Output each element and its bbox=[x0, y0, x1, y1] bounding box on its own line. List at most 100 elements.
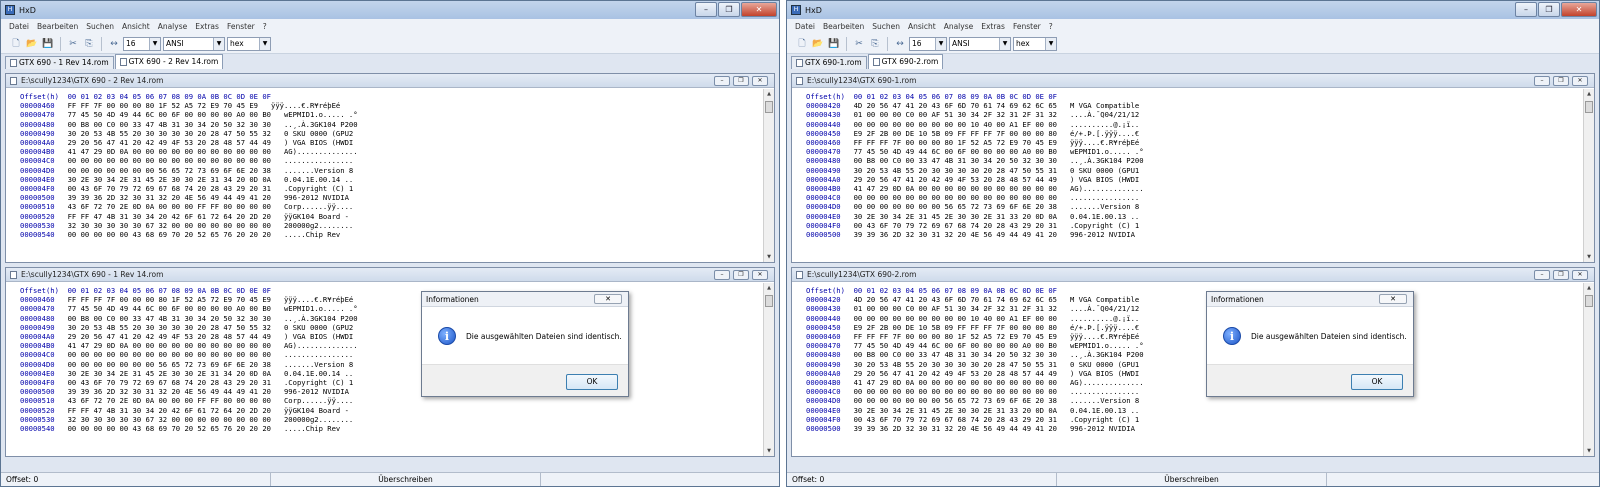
scroll-thumb[interactable] bbox=[765, 101, 773, 113]
hex-row[interactable]: 00000510 43 6F 72 70 2E 0D 0A 00 00 00 F… bbox=[20, 396, 762, 405]
cut-icon[interactable]: ✂ bbox=[66, 37, 80, 51]
menu-item-4[interactable]: Analyse bbox=[158, 22, 188, 31]
menu-item-5[interactable]: Extras bbox=[981, 22, 1005, 31]
child-close-button[interactable]: ✕ bbox=[752, 76, 768, 86]
new-file-icon[interactable]: 🗋 bbox=[9, 37, 23, 51]
hex-row[interactable]: 00000490 30 20 53 4B 55 20 30 30 30 30 2… bbox=[20, 323, 762, 332]
hex-row[interactable]: 00000500 39 39 36 2D 32 30 31 32 20 4E 5… bbox=[20, 387, 762, 396]
hex-row[interactable]: 000004A0 29 20 56 47 41 20 42 49 4F 53 2… bbox=[806, 369, 1582, 378]
tab-file-1[interactable]: GTX 690-1.rom bbox=[791, 56, 867, 69]
charset-select[interactable]: ANSI ▼ bbox=[163, 36, 225, 51]
scroll-thumb[interactable] bbox=[765, 295, 773, 307]
scroll-up-icon[interactable]: ▲ bbox=[1584, 283, 1594, 293]
hex-row[interactable]: 000004F0 00 43 6F 70 79 72 69 67 68 74 2… bbox=[806, 415, 1582, 424]
menu-item-3[interactable]: Ansicht bbox=[122, 22, 150, 31]
child-minimize-button[interactable]: – bbox=[1534, 270, 1550, 280]
menu-item-2[interactable]: Suchen bbox=[86, 22, 114, 31]
copy-icon[interactable]: ⎘ bbox=[868, 37, 882, 51]
child-minimize-button[interactable]: – bbox=[714, 76, 730, 86]
hex-row[interactable]: 00000480 00 B8 00 C0 00 33 47 4B 31 30 3… bbox=[806, 156, 1582, 165]
hex-row[interactable]: 000004D0 00 00 00 00 00 00 00 56 65 72 7… bbox=[20, 360, 762, 369]
scroll-down-icon[interactable]: ▼ bbox=[1584, 252, 1594, 262]
menu-item-7[interactable]: ? bbox=[263, 22, 267, 31]
bytes-per-row-select[interactable]: 16 ▼ bbox=[909, 36, 947, 51]
hex-row[interactable]: 00000440 00 00 00 00 00 00 00 00 00 10 4… bbox=[806, 314, 1582, 323]
hex-row[interactable]: 00000500 39 39 36 2D 32 30 31 32 20 4E 5… bbox=[20, 193, 762, 202]
hex-row[interactable]: 00000420 4D 20 56 47 41 20 43 6F 6D 70 6… bbox=[806, 101, 1582, 110]
hex-row[interactable]: 000004D0 00 00 00 00 00 00 00 56 65 72 7… bbox=[806, 396, 1582, 405]
menu-item-7[interactable]: ? bbox=[1049, 22, 1053, 31]
vertical-scrollbar[interactable]: ▲ ▼ bbox=[763, 89, 774, 262]
menu-item-6[interactable]: Fenster bbox=[1013, 22, 1041, 31]
vertical-scrollbar[interactable]: ▲ ▼ bbox=[763, 283, 774, 456]
hex-row[interactable]: 00000530 32 30 30 30 30 30 67 32 00 00 0… bbox=[20, 415, 762, 424]
hex-row[interactable]: 00000480 00 B8 00 C0 00 33 47 4B 31 30 3… bbox=[806, 350, 1582, 359]
maximize-button[interactable]: ❐ bbox=[1538, 2, 1560, 17]
vertical-scrollbar[interactable]: ▲ ▼ bbox=[1583, 283, 1594, 456]
bytes-per-row-select[interactable]: 16 ▼ bbox=[123, 36, 161, 51]
hex-row[interactable]: 00000450 E9 2F 2B 00 DE 10 5B 09 FF FF F… bbox=[806, 323, 1582, 332]
scroll-thumb[interactable] bbox=[1585, 101, 1593, 113]
hex-row[interactable]: 00000540 00 00 00 00 00 43 68 69 70 20 5… bbox=[20, 424, 762, 433]
child-close-button[interactable]: ✕ bbox=[1572, 270, 1588, 280]
open-icon[interactable]: 📂 bbox=[25, 37, 39, 51]
hex-row[interactable]: 000004E0 30 2E 30 34 2E 31 45 2E 30 30 2… bbox=[806, 406, 1582, 415]
minimize-button[interactable]: – bbox=[1515, 2, 1537, 17]
hex-row[interactable]: 00000470 77 45 50 4D 49 44 6C 00 6F 00 0… bbox=[20, 110, 762, 119]
offset-base-select[interactable]: hex ▼ bbox=[227, 36, 271, 51]
tab-file-2[interactable]: GTX 690 - 2 Rev 14.rom bbox=[114, 54, 224, 69]
hex-row[interactable]: 00000500 39 39 36 2D 32 30 31 32 20 4E 5… bbox=[806, 230, 1582, 239]
scroll-up-icon[interactable]: ▲ bbox=[764, 89, 774, 99]
child-close-button[interactable]: ✕ bbox=[1572, 76, 1588, 86]
hex-row[interactable]: 000004A0 29 20 56 47 41 20 42 49 4F 53 2… bbox=[20, 332, 762, 341]
hex-row[interactable]: 00000460 FF FF 7F 00 00 00 80 1F 52 A5 7… bbox=[20, 101, 762, 110]
hex-row[interactable]: 00000490 30 20 53 4B 55 20 30 30 30 30 2… bbox=[806, 360, 1582, 369]
hex-view[interactable]: Offset(h) 00 01 02 03 04 05 06 07 08 09 … bbox=[6, 89, 762, 262]
hex-view[interactable]: Offset(h) 00 01 02 03 04 05 06 07 08 09 … bbox=[792, 283, 1582, 456]
scroll-thumb[interactable] bbox=[1585, 295, 1593, 307]
hex-row[interactable]: 00000470 77 45 50 4D 49 44 6C 00 6F 00 0… bbox=[806, 147, 1582, 156]
hex-row[interactable]: 00000500 39 39 36 2D 32 30 31 32 20 4E 5… bbox=[806, 424, 1582, 433]
menu-item-4[interactable]: Analyse bbox=[944, 22, 974, 31]
child-minimize-button[interactable]: – bbox=[714, 270, 730, 280]
menu-item-1[interactable]: Bearbeiten bbox=[823, 22, 864, 31]
hex-row[interactable]: 000004B0 41 47 29 0D 0A 00 00 00 00 00 0… bbox=[20, 147, 762, 156]
hex-row[interactable]: 000004F0 00 43 6F 70 79 72 69 67 68 74 2… bbox=[806, 221, 1582, 230]
save-icon[interactable]: 💾 bbox=[41, 37, 55, 51]
hex-row[interactable]: 000004E0 30 2E 30 34 2E 31 45 2E 30 30 2… bbox=[806, 212, 1582, 221]
hex-row[interactable]: 00000420 4D 20 56 47 41 20 43 6F 6D 70 6… bbox=[806, 295, 1582, 304]
hex-row[interactable]: 00000460 FF FF FF 7F 00 00 00 80 1F 52 A… bbox=[806, 332, 1582, 341]
cut-icon[interactable]: ✂ bbox=[852, 37, 866, 51]
child-minimize-button[interactable]: – bbox=[1534, 76, 1550, 86]
hex-row[interactable]: 000004C0 00 00 00 00 00 00 00 00 00 00 0… bbox=[20, 156, 762, 165]
menu-item-0[interactable]: Datei bbox=[9, 22, 29, 31]
menu-item-1[interactable]: Bearbeiten bbox=[37, 22, 78, 31]
hex-row[interactable]: 000004C0 00 00 00 00 00 00 00 00 00 00 0… bbox=[806, 387, 1582, 396]
hex-row[interactable]: 00000490 30 20 53 4B 55 20 30 30 30 30 2… bbox=[806, 166, 1582, 175]
hex-row[interactable]: 00000460 FF FF FF 7F 00 00 00 80 1F 52 A… bbox=[20, 295, 762, 304]
menu-item-0[interactable]: Datei bbox=[795, 22, 815, 31]
hex-row[interactable]: 000004F0 00 43 6F 70 79 72 69 67 68 74 2… bbox=[20, 378, 762, 387]
offset-base-select[interactable]: hex ▼ bbox=[1013, 36, 1057, 51]
hex-row[interactable]: 00000520 FF FF 47 4B 31 30 34 20 42 6F 6… bbox=[20, 406, 762, 415]
child-maximize-button[interactable]: ❐ bbox=[733, 76, 749, 86]
menu-item-2[interactable]: Suchen bbox=[872, 22, 900, 31]
hex-row[interactable]: 00000480 00 B8 00 C0 00 33 47 4B 31 30 3… bbox=[20, 120, 762, 129]
new-file-icon[interactable]: 🗋 bbox=[795, 37, 809, 51]
open-icon[interactable]: 📂 bbox=[811, 37, 825, 51]
hex-row[interactable]: 000004D0 00 00 00 00 00 00 00 56 65 72 7… bbox=[20, 166, 762, 175]
hex-row[interactable]: 000004A0 29 20 56 47 41 20 42 49 4F 53 2… bbox=[806, 175, 1582, 184]
hex-row[interactable]: 00000470 77 45 50 4D 49 44 6C 00 6F 00 0… bbox=[806, 341, 1582, 350]
menu-item-5[interactable]: Extras bbox=[195, 22, 219, 31]
hex-row[interactable]: 00000430 01 00 00 00 C0 00 AF 51 30 34 2… bbox=[806, 110, 1582, 119]
hex-row[interactable]: 000004D0 00 00 00 00 00 00 00 56 65 72 7… bbox=[806, 202, 1582, 211]
hex-row[interactable]: 000004B0 41 47 29 0D 0A 00 00 00 00 00 0… bbox=[806, 378, 1582, 387]
hex-row[interactable]: 00000530 32 30 30 30 30 30 67 32 00 00 0… bbox=[20, 221, 762, 230]
close-button[interactable]: ✕ bbox=[741, 2, 777, 17]
hex-row[interactable]: 00000470 77 45 50 4D 49 44 6C 00 6F 00 0… bbox=[20, 304, 762, 313]
maximize-button[interactable]: ❐ bbox=[718, 2, 740, 17]
charset-select[interactable]: ANSI ▼ bbox=[949, 36, 1011, 51]
copy-icon[interactable]: ⎘ bbox=[82, 37, 96, 51]
minimize-button[interactable]: – bbox=[695, 2, 717, 17]
hex-row[interactable]: 000004C0 00 00 00 00 00 00 00 00 00 00 0… bbox=[806, 193, 1582, 202]
